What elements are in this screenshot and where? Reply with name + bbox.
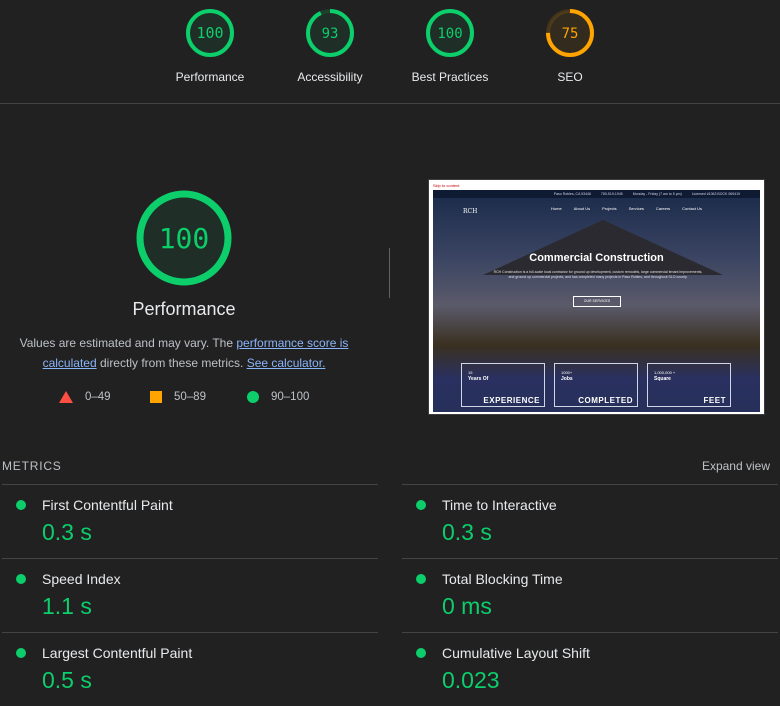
performance-gauge-large: 100	[134, 188, 234, 293]
metric-value: 0 ms	[442, 593, 492, 619]
performance-title: Performance	[132, 299, 236, 319]
pass-circle-icon	[416, 648, 426, 658]
thumb-stat-big: FEET	[703, 396, 726, 405]
thumb-topbar: Paso Robles, CA 93446 780-519-1945 Monda…	[433, 190, 760, 198]
thumb-stat-label: Square	[654, 376, 671, 382]
performance-gauge-ring: 100	[136, 190, 232, 286]
pass-circle-icon	[16, 574, 26, 584]
thumb-stat-big: COMPLETED	[578, 396, 633, 405]
thumb-stat-big: EXPERIENCE	[483, 396, 540, 405]
metric-total-blocking-time: Total Blocking Time 0 ms	[402, 558, 778, 632]
gauge-ring: 100	[426, 9, 474, 57]
thumb-hero-subtitle: RCH Construction is a full-scale local c…	[493, 270, 703, 279]
thumb-nav-item: Careers	[655, 206, 671, 211]
thumb-hero-title: Commercial Construction	[529, 252, 664, 264]
thumb-nav-item: Contact Us	[682, 206, 702, 211]
gauge-label: Performance	[175, 70, 245, 84]
metric-largest-contentful-paint: Largest Contentful Paint 0.5 s	[2, 632, 378, 706]
gauge-label: Best Practices	[411, 70, 489, 84]
thumb-hero: Paso Robles, CA 93446 780-519-1945 Monda…	[433, 190, 760, 412]
gauge-best-practices[interactable]: 100 Best Practices	[390, 8, 510, 84]
final-screenshot-thumbnail[interactable]: Skip to content Paso Robles, CA 93446 78…	[428, 179, 765, 415]
metric-speed-index: Speed Index 1.1 s	[2, 558, 378, 632]
thumb-topbar-item: Paso Robles, CA 93446	[553, 192, 591, 196]
thumb-stat-card: 1,000,000 + Square FEET	[647, 363, 731, 407]
metric-name: Speed Index	[42, 571, 121, 587]
thumb-stat-label: Jobs	[561, 376, 573, 382]
square-icon	[150, 391, 162, 403]
thumb-house-roof	[483, 220, 723, 275]
metric-value: 0.3 s	[42, 519, 92, 545]
metrics-heading: METRICS	[2, 459, 62, 473]
metric-name: Total Blocking Time	[442, 571, 563, 587]
thumb-services-button: OUR SERVICES	[573, 296, 621, 307]
thumb-logo: RCH	[463, 208, 478, 215]
metric-first-contentful-paint: First Contentful Paint 0.3 s	[2, 484, 378, 558]
pass-circle-icon	[16, 500, 26, 510]
pass-circle-icon	[16, 648, 26, 658]
thumb-stat-value: 15	[468, 370, 473, 375]
category-gauges: 100 Performance 93 Accessibility 100 Bes…	[0, 0, 780, 104]
gauge-ring: 100	[186, 9, 234, 57]
gauge-score: 75	[562, 26, 579, 42]
thumb-nav-item: Services	[628, 206, 644, 211]
desc-text: directly from these metrics.	[96, 356, 247, 370]
thumb-nav: Home About Us Projects Services Careers …	[551, 206, 702, 211]
see-calculator-link[interactable]: See calculator.	[247, 356, 326, 370]
thumb-stat-card: 1000+ Jobs COMPLETED	[554, 363, 638, 407]
thumb-topbar-item: Monday - Friday (7 am to 5 pm)	[632, 192, 682, 196]
metric-value: 0.3 s	[442, 519, 492, 545]
metric-name: Largest Contentful Paint	[42, 645, 193, 661]
performance-score: 100	[159, 222, 210, 255]
desc-text: Values are estimated and may vary. The	[19, 336, 237, 350]
metric-value: 0.023	[442, 667, 500, 693]
gauge-label: Accessibility	[297, 70, 363, 84]
gauge-seo[interactable]: 75 SEO	[510, 8, 630, 84]
metric-value: 0.5 s	[42, 667, 92, 693]
pass-circle-icon	[416, 574, 426, 584]
gauge-score: 100	[196, 24, 223, 42]
legend-range: 50–89	[174, 391, 206, 403]
thumb-stat-value: 1000+	[561, 370, 573, 375]
thumb-topbar-item: Licensed #1063 BOCK 069419	[691, 192, 740, 196]
metric-cumulative-layout-shift: Cumulative Layout Shift 0.023	[402, 632, 778, 706]
legend-range: 90–100	[271, 391, 310, 403]
gauge-ring: 75	[546, 9, 594, 57]
metric-name: Cumulative Layout Shift	[442, 645, 590, 661]
thumb-stat-card: 15 Years Of EXPERIENCE	[461, 363, 545, 407]
thumb-nav-item: About Us	[573, 206, 591, 211]
gauge-accessibility[interactable]: 93 Accessibility	[270, 8, 390, 84]
metric-value: 1.1 s	[42, 593, 92, 619]
gauge-ring: 93	[306, 9, 354, 57]
legend-fail: 0–49	[59, 391, 111, 403]
thumb-topbar-item: 780-519-1945	[600, 192, 623, 196]
expand-view-toggle[interactable]: Expand view	[702, 459, 770, 473]
performance-description: Values are estimated and may vary. The p…	[8, 333, 360, 373]
thumb-stat-value: 1,000,000 +	[654, 370, 676, 375]
metric-name: First Contentful Paint	[42, 497, 173, 513]
legend-range: 0–49	[85, 391, 111, 403]
legend-average: 50–89	[150, 391, 206, 403]
gauge-score: 93	[322, 26, 339, 42]
thumb-skip-link: Skip to content	[433, 183, 460, 188]
gauge-label: SEO	[557, 70, 583, 84]
thumb-nav-item: Projects	[602, 206, 617, 211]
vertical-divider	[389, 248, 390, 298]
gauge-score: 100	[437, 26, 462, 42]
gauge-performance[interactable]: 100 Performance	[150, 8, 270, 84]
metric-time-to-interactive: Time to Interactive 0.3 s	[402, 484, 778, 558]
legend-pass: 90–100	[247, 391, 309, 403]
pass-circle-icon	[416, 500, 426, 510]
thumb-nav-item: Home	[551, 206, 562, 211]
metric-name: Time to Interactive	[442, 497, 557, 513]
thumb-stat-label: Years Of	[468, 376, 489, 382]
triangle-icon	[59, 391, 73, 403]
circle-icon	[247, 391, 259, 403]
